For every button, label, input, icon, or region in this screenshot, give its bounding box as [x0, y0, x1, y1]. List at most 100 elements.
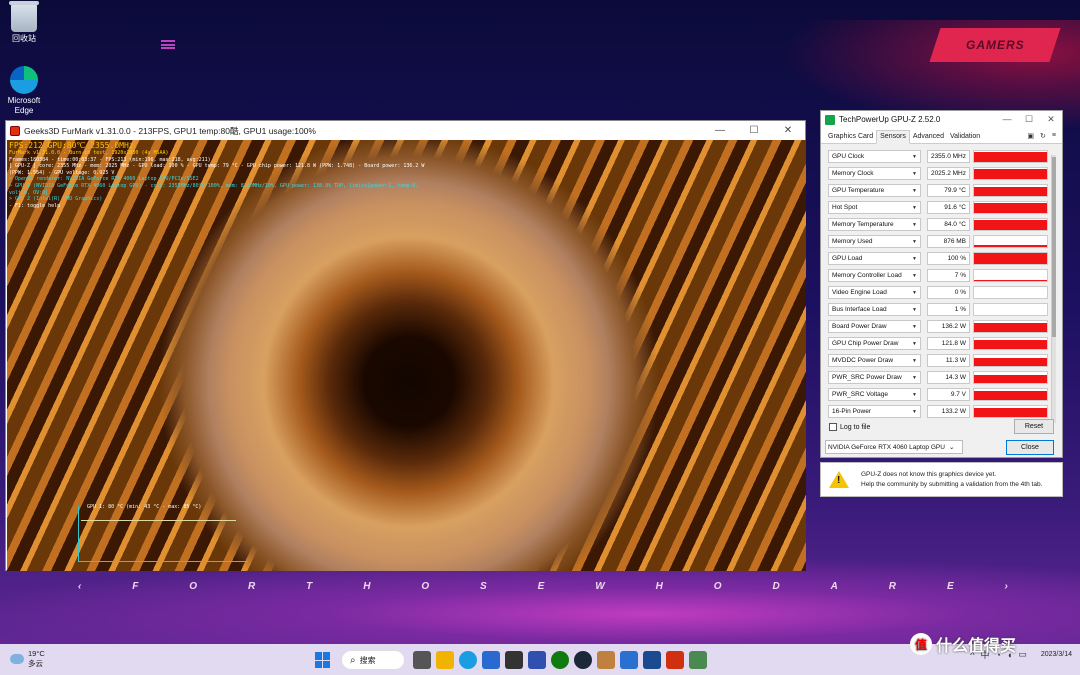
- file-explorer-icon[interactable]: [436, 651, 454, 669]
- sensor-value: 0 %: [927, 286, 970, 299]
- weather-widget[interactable]: 19°C 多云: [10, 649, 45, 669]
- weather-temp: 19°C: [28, 649, 45, 658]
- sensor-graph: [973, 388, 1048, 401]
- sensor-name-dropdown[interactable]: Memory Used: [828, 235, 921, 248]
- sensor-list: GPU Clock 2355.0 MHz Memory Clock 2025.2 MH…: [828, 149, 1054, 421]
- edge-taskbar-icon[interactable]: [459, 651, 477, 669]
- slogan-letter: R: [248, 581, 256, 592]
- sensor-name-dropdown[interactable]: 16-Pin Power: [828, 405, 921, 418]
- warning-icon: [829, 471, 849, 488]
- scrollbar-thumb[interactable]: [1052, 157, 1056, 337]
- overlay-big-line: FPS:212 GPU:80℃ 2355.0MHz: [9, 141, 134, 150]
- reset-button[interactable]: Reset: [1014, 419, 1054, 434]
- furmark-taskbar-icon[interactable]: [666, 651, 684, 669]
- sensor-graph-fill: [974, 245, 1047, 247]
- task-view-icon[interactable]: [413, 651, 431, 669]
- hamburger-menu-icon[interactable]: ≡: [1052, 132, 1056, 140]
- chevron-down-icon: ⌄: [948, 444, 955, 451]
- search-box[interactable]: 搜索: [341, 650, 405, 670]
- tab-validation[interactable]: Validation: [947, 133, 983, 143]
- sensor-name-dropdown[interactable]: Memory Temperature: [828, 218, 921, 231]
- sensor-graph: [973, 286, 1048, 299]
- furmark-window[interactable]: Geeks3D FurMark v1.31.0.0 - 213FPS, GPU1…: [5, 120, 806, 571]
- sensor-name: Hot Spot: [832, 204, 858, 211]
- sensor-name-dropdown[interactable]: GPU Chip Power Draw: [828, 337, 921, 350]
- gpuz-taskbar-icon[interactable]: [689, 651, 707, 669]
- sensor-name: Memory Used: [832, 238, 873, 245]
- log-to-file[interactable]: Log to file: [829, 423, 870, 431]
- overlay-line-2: Frames:180384 - time:00:03:37 - FPS:213 …: [9, 156, 211, 163]
- sensor-name: Memory Clock: [832, 170, 874, 177]
- weather-desc: 多云: [28, 659, 43, 668]
- sensor-row: GPU Temperature 79.9 °C: [828, 183, 1048, 198]
- sensor-value: 133.2 W: [927, 405, 970, 418]
- tab-graphics-card[interactable]: Graphics Card: [825, 133, 876, 143]
- gpuz-close-x-button[interactable]: ✕: [1040, 114, 1062, 125]
- m-app-icon[interactable]: [528, 651, 546, 669]
- start-button[interactable]: [315, 652, 331, 668]
- sensor-name-dropdown[interactable]: Memory Clock: [828, 167, 921, 180]
- sensor-scrollbar[interactable]: [1051, 155, 1056, 423]
- sensor-name-dropdown[interactable]: GPU Load: [828, 252, 921, 265]
- gpuz-tabs: Graphics Card Sensors Advanced Validatio…: [821, 128, 1062, 144]
- star-app-icon[interactable]: [620, 651, 638, 669]
- log-to-file-checkbox[interactable]: [829, 423, 837, 431]
- maximize-button[interactable]: ☐: [737, 125, 771, 136]
- tab-sensors[interactable]: Sensors: [876, 130, 910, 144]
- sensor-name-dropdown[interactable]: Bus Interface Load: [828, 303, 921, 316]
- sensor-row: Board Power Draw 136.2 W: [828, 319, 1048, 334]
- sensor-name-dropdown[interactable]: GPU Clock: [828, 150, 921, 163]
- tab-advanced[interactable]: Advanced: [910, 133, 947, 143]
- xbox-icon[interactable]: [551, 651, 569, 669]
- gpuz-minimize-button[interactable]: —: [996, 114, 1018, 125]
- recycle-bin-shortcut[interactable]: 回收站: [0, 1, 50, 44]
- sensor-graph: [973, 405, 1048, 418]
- slogan-letter: A: [830, 581, 838, 592]
- close-button[interactable]: ✕: [771, 125, 805, 136]
- store-icon[interactable]: [482, 651, 500, 669]
- taskbar-apps: 搜索: [315, 650, 712, 670]
- sensor-graph-fill: [974, 280, 1047, 281]
- gpuz-titlebar[interactable]: TechPowerUp GPU-Z 2.52.0 — ☐ ✕: [821, 111, 1062, 128]
- sensor-name-dropdown[interactable]: PWR_SRC Voltage: [828, 388, 921, 401]
- sensor-graph: [973, 320, 1048, 333]
- steam-icon[interactable]: [574, 651, 592, 669]
- cube-app-icon[interactable]: [505, 651, 523, 669]
- sensor-name-dropdown[interactable]: Hot Spot: [828, 201, 921, 214]
- slogan-letter: W: [595, 581, 605, 592]
- close-button-gpuz[interactable]: Close: [1006, 440, 1054, 455]
- sensor-graph: [973, 201, 1048, 214]
- camera-icon[interactable]: ▣: [1027, 132, 1034, 140]
- sensor-row: Memory Clock 2025.2 MHz: [828, 166, 1048, 181]
- sensor-value: 1 %: [927, 303, 970, 316]
- slogan-letter: R: [888, 581, 897, 592]
- slogan-letter[interactable]: ›: [1005, 581, 1008, 592]
- note-line-2: Help the community by submitting a valid…: [861, 480, 1043, 488]
- clock-date: 2023/3/14: [1040, 650, 1072, 658]
- cpu-z-64-icon[interactable]: [643, 651, 661, 669]
- sensor-name-dropdown[interactable]: Board Power Draw: [828, 320, 921, 333]
- sensor-name-dropdown[interactable]: Memory Controller Load: [828, 269, 921, 282]
- sensor-value: 14.3 W: [927, 371, 970, 384]
- box-app-icon[interactable]: [597, 651, 615, 669]
- slogan-letter[interactable]: ‹: [78, 581, 81, 592]
- gpuz-maximize-button[interactable]: ☐: [1018, 114, 1040, 125]
- overlay-line-5: > GPU 1 (NVIDIA GeForce RTX 4060 Laptop …: [9, 182, 419, 196]
- sensor-value: 7 %: [927, 269, 970, 282]
- gpuz-window[interactable]: TechPowerUp GPU-Z 2.52.0 — ☐ ✕ Graphics …: [820, 110, 1063, 458]
- sensor-name-dropdown[interactable]: Video Engine Load: [828, 286, 921, 299]
- minimize-button[interactable]: —: [703, 125, 737, 136]
- sensor-name-dropdown[interactable]: MVDDC Power Draw: [828, 354, 921, 367]
- gpu-select[interactable]: NVIDIA GeForce RTX 4060 Laptop GPU ⌄: [825, 440, 963, 454]
- note-line-1: GPU-Z does not know this graphics device…: [861, 470, 997, 478]
- battery-icon[interactable]: ▭: [1018, 649, 1027, 660]
- sensor-name-dropdown[interactable]: GPU Temperature: [828, 184, 921, 197]
- clock[interactable]: 2023/3/14: [1041, 650, 1072, 660]
- sensor-graph-fill: [974, 168, 1047, 179]
- furmark-titlebar[interactable]: Geeks3D FurMark v1.31.0.0 - 213FPS, GPU1…: [6, 121, 805, 140]
- sensor-value: 11.3 W: [927, 354, 970, 367]
- sensor-name-dropdown[interactable]: PWR_SRC Power Draw: [828, 371, 921, 384]
- edge-shortcut[interactable]: Microsoft Edge: [0, 66, 50, 116]
- slogan-letter: O: [421, 581, 430, 592]
- refresh-icon[interactable]: ↻: [1040, 132, 1046, 140]
